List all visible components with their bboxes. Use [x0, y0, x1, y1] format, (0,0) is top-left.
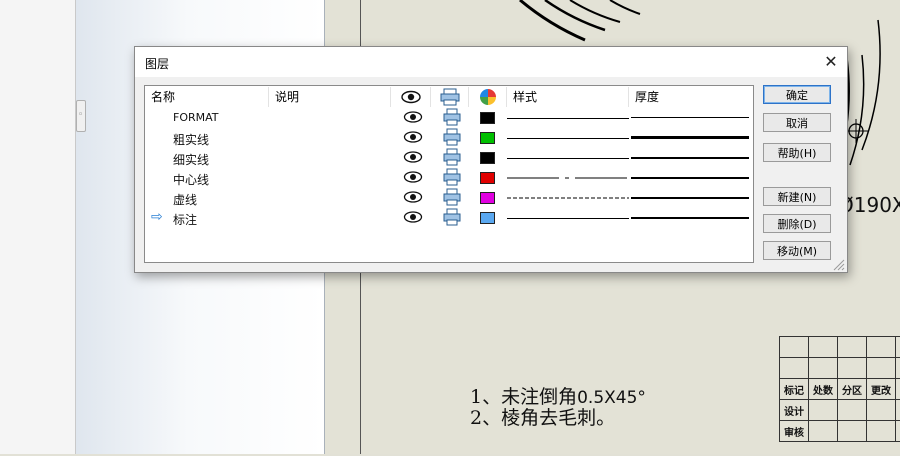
column-header-style[interactable]: 样式: [507, 87, 629, 107]
line-thickness-sample[interactable]: [631, 117, 749, 118]
eye-icon[interactable]: [403, 110, 423, 124]
collapse-arrow-icon: ◦: [78, 110, 84, 120]
column-header-thickness[interactable]: 厚度: [629, 87, 751, 107]
column-header-color[interactable]: [469, 87, 507, 107]
line-thickness-sample[interactable]: [631, 197, 749, 199]
new-layer-button[interactable]: 新建(N): [763, 187, 831, 206]
layer-color-swatch[interactable]: [480, 132, 495, 144]
column-header-print[interactable]: [431, 87, 469, 107]
move-layer-button[interactable]: 移动(M): [763, 241, 831, 260]
title-block-label: 设计: [779, 399, 809, 421]
column-header-description[interactable]: 说明: [269, 87, 391, 107]
technical-note-2[interactable]: 2、棱角去毛刺。: [470, 403, 615, 430]
title-block-header: 分区: [837, 378, 867, 400]
close-icon[interactable]: ✕: [819, 50, 843, 74]
eye-icon[interactable]: [403, 130, 423, 144]
layer-name: 粗实线: [173, 133, 210, 147]
printer-icon[interactable]: [442, 108, 462, 126]
column-header-visible[interactable]: [391, 87, 431, 107]
layer-name: 标注: [173, 213, 198, 227]
line-style-sample[interactable]: [507, 118, 629, 119]
panel-collapse-handle[interactable]: ◦: [76, 100, 86, 132]
printer-icon[interactable]: [442, 148, 462, 166]
line-thickness-sample[interactable]: [631, 217, 749, 219]
line-style-sample[interactable]: [507, 177, 629, 179]
printer-icon: [440, 88, 460, 106]
printer-icon[interactable]: [442, 208, 462, 226]
line-thickness-sample[interactable]: [631, 157, 749, 159]
eye-icon[interactable]: [403, 170, 423, 184]
delete-layer-button[interactable]: 删除(D): [763, 214, 831, 233]
resize-grip-icon[interactable]: [831, 257, 845, 271]
layer-row[interactable]: 中心线: [145, 168, 753, 188]
left-gutter: [0, 0, 76, 454]
printer-icon[interactable]: [442, 168, 462, 186]
layer-name: 虚线: [173, 193, 198, 207]
help-button[interactable]: 帮助(H): [763, 143, 831, 162]
layer-color-swatch[interactable]: [480, 192, 495, 204]
title-block-header: 处数: [808, 378, 838, 400]
layer-row[interactable]: 细实线: [145, 148, 753, 168]
layer-name: 中心线: [173, 173, 210, 187]
layer-color-swatch[interactable]: [480, 152, 495, 164]
layer-color-swatch[interactable]: [480, 212, 495, 224]
layer-name: 细实线: [173, 153, 210, 167]
title-block-header: 标记: [779, 378, 809, 400]
title-block-header: 更改: [866, 378, 896, 400]
printer-icon[interactable]: [442, 188, 462, 206]
title-block[interactable]: 标记 处数 分区 更改 设计 审核: [779, 336, 900, 456]
dialog-title: 图层: [145, 57, 170, 71]
printer-icon[interactable]: [442, 128, 462, 146]
ok-button[interactable]: 确定: [763, 85, 831, 104]
layer-color-swatch[interactable]: [480, 112, 495, 124]
eye-icon: [401, 90, 421, 104]
current-layer-arrow-icon: ⇨: [151, 209, 163, 225]
line-thickness-sample[interactable]: [631, 136, 749, 139]
line-style-sample[interactable]: [507, 218, 629, 219]
title-block-label: 审核: [779, 420, 809, 442]
layers-dialog: 图层 ✕ 名称 说明 样式 厚度 FORMAT 粗实线 细实线 中心线 虚线 ⇨…: [134, 46, 848, 273]
line-thickness-sample[interactable]: [631, 177, 749, 179]
cancel-button[interactable]: 取消: [763, 113, 831, 132]
line-style-sample[interactable]: [507, 158, 629, 159]
line-style-sample[interactable]: [507, 197, 629, 199]
eye-icon[interactable]: [403, 150, 423, 164]
layer-row[interactable]: 虚线: [145, 188, 753, 208]
note-2-text: 2、棱角去毛刺。: [470, 407, 616, 429]
color-wheel-icon: [480, 89, 496, 105]
dialog-titlebar[interactable]: 图层 ✕: [135, 47, 847, 77]
layer-row[interactable]: FORMAT: [145, 108, 753, 128]
layer-name: FORMAT: [173, 111, 219, 124]
layer-row-current[interactable]: ⇨ 标注: [145, 208, 753, 228]
layer-list[interactable]: 名称 说明 样式 厚度 FORMAT 粗实线 细实线 中心线 虚线 ⇨ 标注: [144, 85, 754, 263]
line-style-sample[interactable]: [507, 138, 629, 139]
eye-icon[interactable]: [403, 210, 423, 224]
layer-row[interactable]: 粗实线: [145, 128, 753, 148]
layer-color-swatch[interactable]: [480, 172, 495, 184]
column-header-name[interactable]: 名称: [145, 87, 269, 107]
eye-icon[interactable]: [403, 190, 423, 204]
